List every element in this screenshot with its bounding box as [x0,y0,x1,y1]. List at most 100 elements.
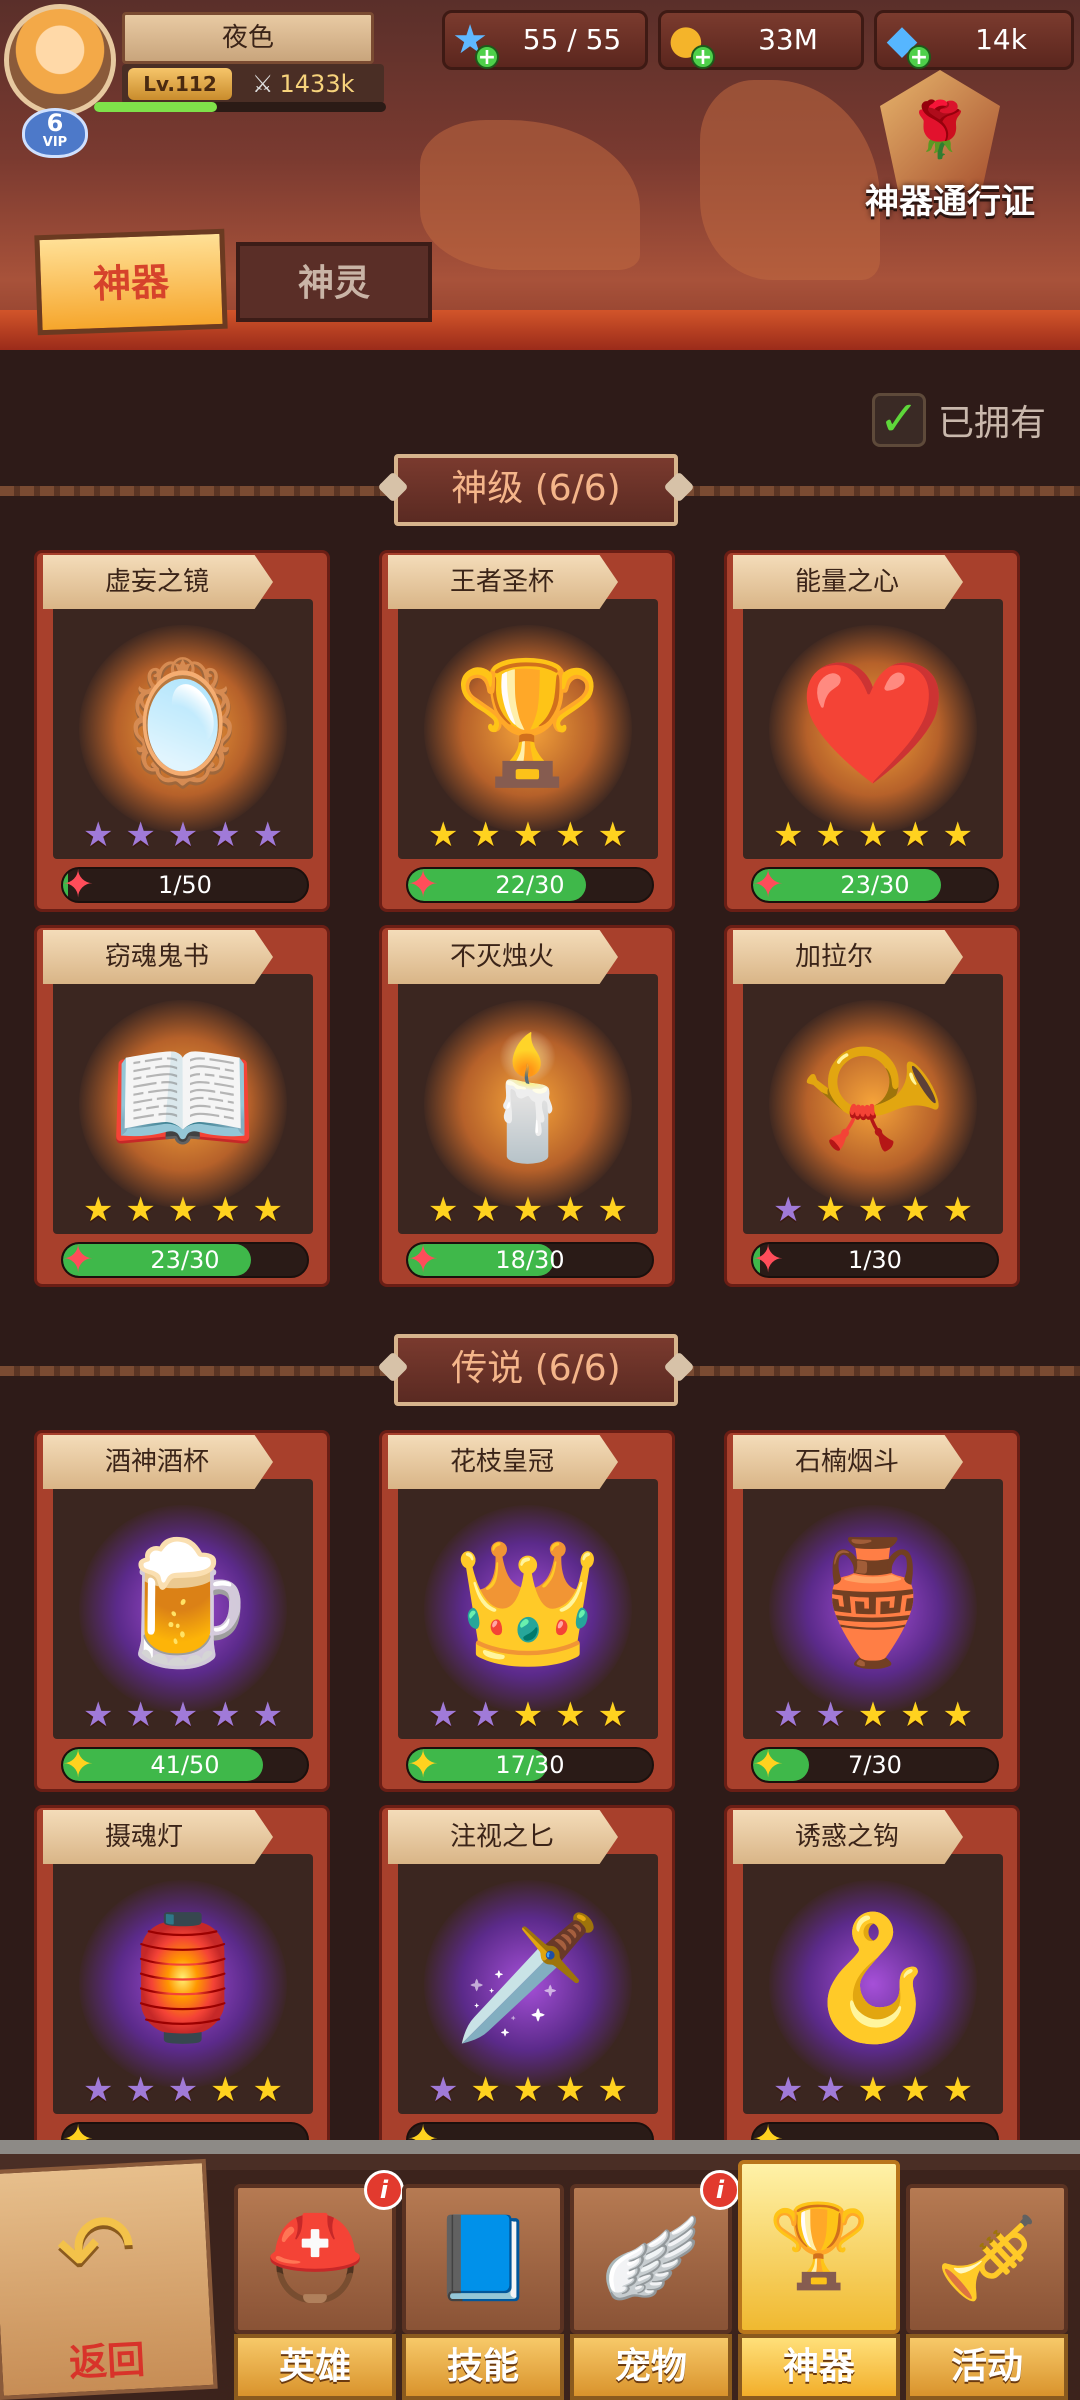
star-rating: ★ ★ ★ ★ ★ [428,817,628,853]
add-diamond-icon[interactable]: + [907,45,931,69]
star-gold-icon: ★ [470,2070,501,2110]
nav-item-helmet[interactable]: ⛑️ 英雄 i [234,2170,404,2400]
spellbook-icon: 📘 [402,2184,564,2334]
star-gold-icon: ★ [210,1190,241,1230]
vip-badge[interactable]: 6 VIP [22,108,88,158]
add-stamina-icon[interactable]: + [475,45,499,69]
star-rating: ★ ★ ★ ★ ★ [83,1192,283,1228]
artifact-card[interactable]: 🕯️ 不灭烛火 ★ ★ ★ ★ ★ 18/30 ✦ [379,925,675,1287]
star-rating: ★ ★ ★ ★ ★ [83,1697,283,1733]
nav-item-label: 英雄 [234,2334,396,2400]
helmet-icon: ⛑️ [234,2184,396,2334]
star-gold-icon: ★ [900,1190,931,1230]
resource-stamina[interactable]: ★ + 55 / 55 [442,10,648,70]
star-purple-icon: ★ [773,2070,804,2110]
star-gold-icon: ★ [857,1695,889,1735]
artifact-pass-button[interactable]: 🌹 神器通行证 [850,70,1050,280]
nav-item-label: 技能 [402,2334,564,2400]
artifact-icon: 🏆 [738,2160,900,2334]
player-profile[interactable]: 6 VIP 夜色 Lv.112 ⚔ 1433k [0,0,400,158]
artifact-image: 📖 [108,1029,258,1168]
artifact-name: 王者圣杯 [388,555,618,609]
star-gold-icon: ★ [942,815,973,855]
star-purple-icon: ★ [210,815,241,855]
star-gold-icon: ★ [900,815,931,855]
artifact-card[interactable]: 📖 窃魂鬼书 ★ ★ ★ ★ ★ 23/30 ✦ [34,925,330,1287]
artifact-card[interactable]: 🏆 王者圣杯 ★ ★ ★ ★ ★ 22/30 ✦ [379,550,675,912]
star-gold-icon: ★ [83,1190,114,1230]
resource-gold[interactable]: ● + 33M [658,10,864,70]
star-purple-icon: ★ [773,1190,804,1230]
nav-item-horn[interactable]: 🎺 活动 [906,2184,1068,2400]
star-rating: ★ ★ ★ ★ ★ [773,817,973,853]
artifact-name: 不灭烛火 [388,930,618,984]
star-purple-icon: ★ [815,2070,846,2110]
star-gold-icon: ★ [125,1190,156,1230]
owned-filter[interactable]: ✓ 已拥有 [872,390,1046,450]
resource-diamond[interactable]: ◆ + 14k [874,10,1074,70]
checkmark-icon[interactable]: ✓ [872,393,926,447]
star-purple-icon: ★ [210,1695,241,1735]
artifact-list[interactable]: ✓ 已拥有 神级 (6/6) 传说 (6/6) 🪞 虚妄之镜 ★ ★ ★ ★ ★ 1/5… [0,350,1080,2140]
star-purple-icon: ★ [83,2070,114,2110]
artifact-image: ❤️ [798,654,948,793]
artifact-card[interactable]: 🏺 石楠烟斗 ★ ★ ★ ★ ★ 7/30 ✦ [724,1430,1020,1792]
star-gold-icon: ★ [815,1190,846,1230]
artifact-card[interactable]: 🏮 摄魂灯 ★ ★ ★ ★ ★ ✦ [34,1805,330,2140]
artifact-card[interactable]: 🪞 虚妄之镜 ★ ★ ★ ★ ★ 1/50 ✦ [34,550,330,912]
tab-artifact[interactable]: 神器 [34,228,228,336]
artifact-card[interactable]: 📯 加拉尔 ★ ★ ★ ★ ★ 1/30 ✦ [724,925,1020,1287]
artifact-image: 🏺 [798,1534,948,1673]
artifact-pass-icon: 🌹 [880,70,1000,190]
player-level: Lv.112 [128,68,232,100]
avatar[interactable] [4,4,116,116]
artifact-image: 🏮 [108,1909,258,2048]
star-rating: ★ ★ ★ ★ ★ [428,1192,628,1228]
star-rating: ★ ★ ★ ★ ★ [773,1192,973,1228]
puzzle-shard-icon: ✦ [752,1237,784,1281]
artifact-name: 酒神酒杯 [43,1435,273,1489]
star-purple-icon: ★ [773,1695,804,1735]
section-divine-title: 神级 (6/6) [394,454,678,526]
star-gold-icon: ★ [942,1190,973,1230]
player-name: 夜色 [122,12,374,64]
star-gold-icon: ★ [512,1695,544,1735]
star-gold-icon: ★ [815,815,846,855]
star-gold-icon: ★ [597,1190,628,1230]
nav-item-wings[interactable]: 🪽 宠物 i [570,2170,740,2400]
back-button[interactable]: ↶ 返回 [0,2158,218,2400]
notification-badge: i [364,2170,404,2210]
add-gold-icon[interactable]: + [691,45,715,69]
star-rating: ★ ★ ★ ★ ★ [428,1697,628,1733]
star-purple-icon: ★ [167,2070,199,2110]
artifact-card[interactable]: 👑 花枝皇冠 ★ ★ ★ ★ ★ 17/30 ✦ [379,1430,675,1792]
artifact-card[interactable]: 🪝 诱惑之钩 ★ ★ ★ ★ ★ ✦ [724,1805,1020,2140]
star-gold-icon: ★ [555,1190,586,1230]
star-purple-icon: ★ [125,815,156,855]
artifact-card[interactable]: ❤️ 能量之心 ★ ★ ★ ★ ★ 23/30 ✦ [724,550,1020,912]
artifact-card[interactable]: 🗡️ 注视之匕 ★ ★ ★ ★ ★ ✦ [379,1805,675,2140]
nav-item-artifact[interactable]: 🏆 神器 [738,2160,900,2400]
bottom-nav: ↶ 返回 ⛑️ 英雄 i 📘 技能 🪽 宠物 i 🏆 神器 🎺 活动 [0,2140,1080,2400]
nav-item-spellbook[interactable]: 📘 技能 [402,2184,564,2400]
star-rating: ★ ★ ★ ★ ★ [83,2072,283,2108]
artifact-card[interactable]: 🍺 酒神酒杯 ★ ★ ★ ★ ★ 41/50 ✦ [34,1430,330,1792]
level-row: Lv.112 ⚔ 1433k [122,64,384,104]
star-gold-icon: ★ [857,815,889,855]
star-purple-icon: ★ [470,1695,501,1735]
artifact-name: 虚妄之镜 [43,555,273,609]
xp-bar-fill [94,102,217,112]
puzzle-shard-icon: ✦ [407,1742,439,1786]
tab-spirit[interactable]: 神灵 [236,242,432,322]
star-gold-icon: ★ [555,1695,586,1735]
star-gold-icon: ★ [512,1190,544,1230]
rock-decoration [420,120,640,270]
artifact-name: 石楠烟斗 [733,1435,963,1489]
star-gold-icon: ★ [512,815,544,855]
star-rating: ★ ★ ★ ★ ★ [83,817,283,853]
artifact-image: 🕯️ [453,1029,603,1168]
back-arrow-icon: ↶ [53,2190,140,2307]
puzzle-shard-icon: ✦ [752,862,784,906]
puzzle-shard-icon: ✦ [62,1742,94,1786]
star-purple-icon: ★ [815,1695,846,1735]
